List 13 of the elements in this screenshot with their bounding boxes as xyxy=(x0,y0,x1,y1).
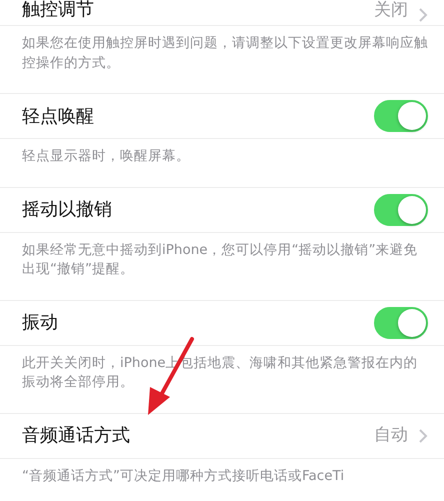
setting-label: 摇动以撤销 xyxy=(22,198,113,222)
toggle-switch[interactable] xyxy=(374,100,428,132)
setting-label: 轻点唤醒 xyxy=(22,104,95,129)
setting-value: 自动 xyxy=(374,424,408,448)
chevron-icon[interactable] xyxy=(418,428,428,444)
setting-label: 音频通话方式 xyxy=(22,424,131,448)
setting-label: 触控调节 xyxy=(22,0,95,22)
toggle-switch[interactable] xyxy=(374,306,428,339)
setting-value: 关闭 xyxy=(374,0,408,22)
setting-label: 振动 xyxy=(22,311,59,336)
setting-description: “音频通话方式”可决定用哪种方式接听电话或FaceTi xyxy=(21,466,346,486)
chevron-icon[interactable] xyxy=(418,7,428,23)
toggle-switch[interactable] xyxy=(374,194,428,226)
